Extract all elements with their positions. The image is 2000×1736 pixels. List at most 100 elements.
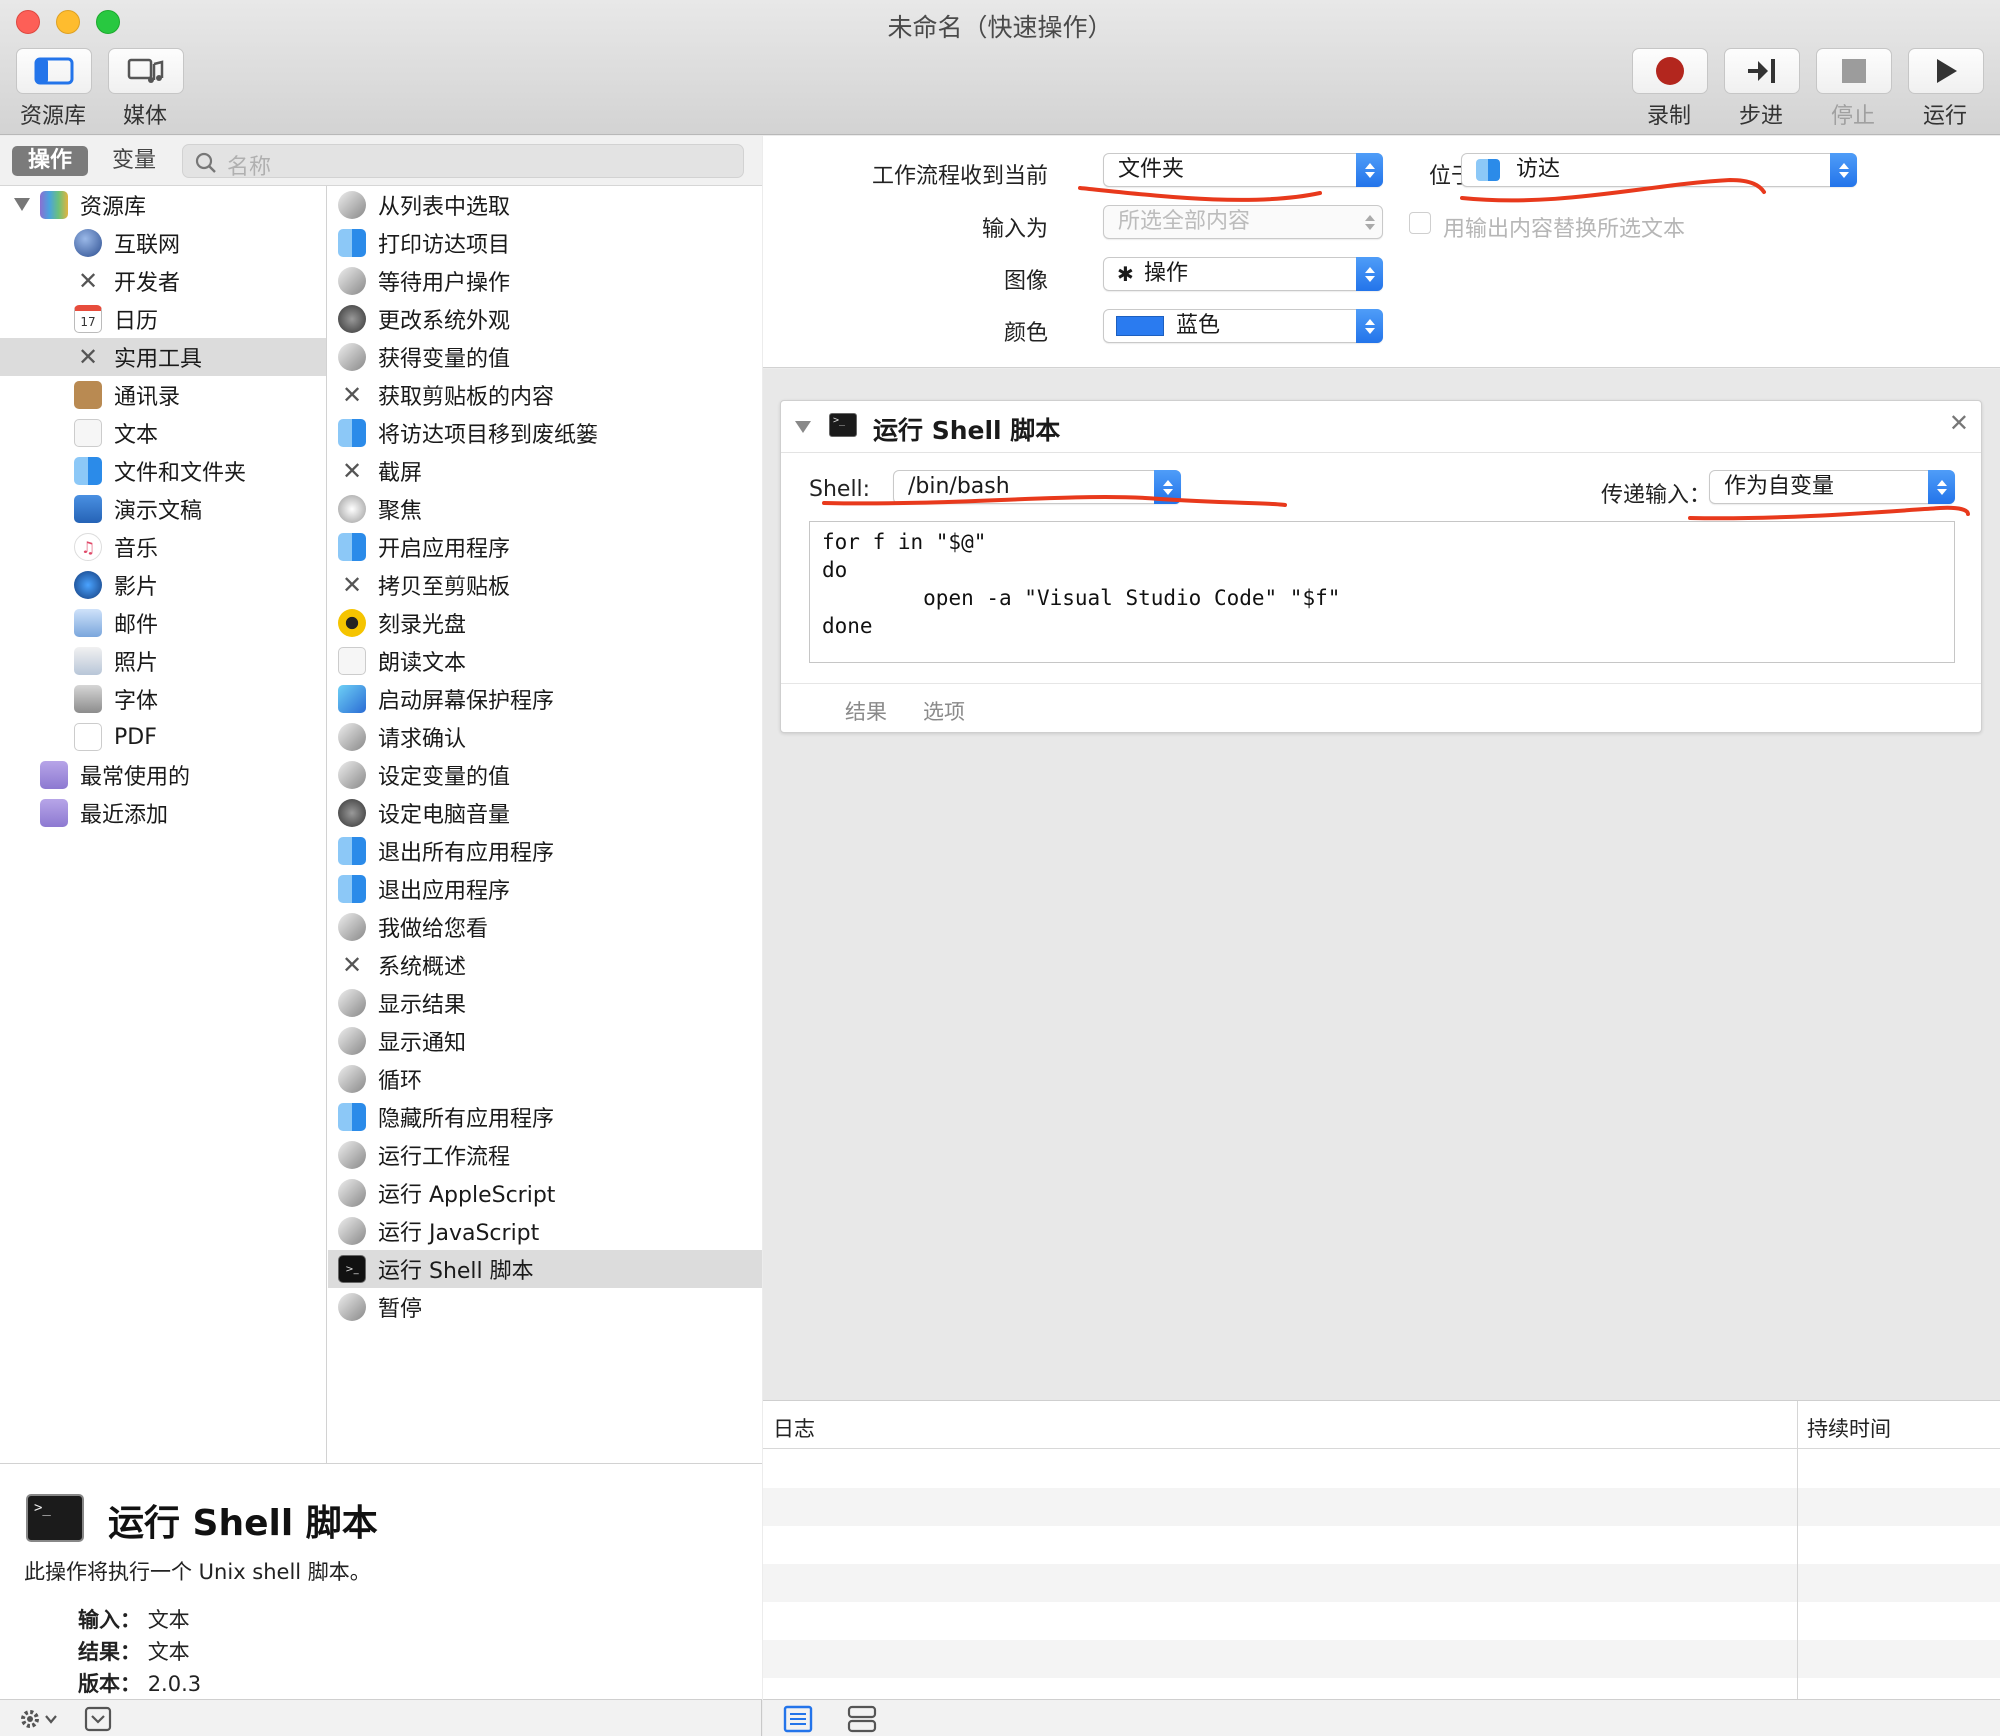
duration-column-header[interactable]: 持续时间: [1807, 1413, 1891, 1443]
category-item-12[interactable]: 字体: [0, 680, 326, 718]
action-item-29[interactable]: 暂停: [328, 1288, 762, 1326]
action-item-26[interactable]: 运行 AppleScript: [328, 1174, 762, 1212]
action-item-28[interactable]: >_ 运行 Shell 脚本: [328, 1250, 762, 1288]
chevron-updown-icon: [1154, 470, 1181, 504]
action-item-23[interactable]: 循环: [328, 1060, 762, 1098]
search-input[interactable]: 名称: [182, 144, 744, 180]
smart-group-item-0[interactable]: 最常使用的: [0, 756, 326, 794]
action-item-7[interactable]: ✕ 截屏: [328, 452, 762, 490]
replace-text-checkbox[interactable]: [1409, 212, 1431, 234]
action-item-27[interactable]: 运行 JavaScript: [328, 1212, 762, 1250]
shell-popup[interactable]: /bin/bash: [893, 470, 1181, 504]
category-item-7[interactable]: 演示文稿: [0, 490, 326, 528]
image-label: 图像: [1003, 269, 1048, 294]
action-item-16[interactable]: 设定电脑音量: [328, 794, 762, 832]
action-item-24[interactable]: 隐藏所有应用程序: [328, 1098, 762, 1136]
action-item-2[interactable]: 等待用户操作: [328, 262, 762, 300]
tab-options[interactable]: 选项: [923, 696, 965, 726]
category-item-8[interactable]: ♫ 音乐: [0, 528, 326, 566]
library-search-strip: 操作 变量 名称: [0, 136, 762, 186]
finder-icon: [338, 533, 366, 561]
record-label: 录制: [1646, 104, 1691, 129]
tab-results[interactable]: 结果: [845, 696, 887, 726]
category-item-5[interactable]: 文本: [0, 414, 326, 452]
category-item-11[interactable]: 照片: [0, 642, 326, 680]
action-item-14[interactable]: 请求确认: [328, 718, 762, 756]
pass-input-popup[interactable]: 作为自变量: [1709, 470, 1955, 504]
color-popup[interactable]: 蓝色: [1103, 309, 1383, 343]
gear-icon[interactable]: [18, 1707, 62, 1731]
category-item-3[interactable]: ✕ 实用工具: [0, 338, 326, 376]
stop-button[interactable]: [1816, 48, 1892, 94]
action-item-label: 运行 Shell 脚本: [378, 1259, 534, 1284]
action-item-12[interactable]: 朗读文本: [328, 642, 762, 680]
library-toggle-button[interactable]: [16, 48, 92, 94]
description-toggle-icon[interactable]: [84, 1706, 112, 1732]
category-item-6[interactable]: 文件和文件夹: [0, 452, 326, 490]
category-item-9[interactable]: 影片: [0, 566, 326, 604]
action-item-10[interactable]: ✕ 拷贝至剪贴板: [328, 566, 762, 604]
finder-icon: [338, 875, 366, 903]
collapse-triangle-icon[interactable]: [795, 421, 811, 433]
log-column-header[interactable]: 日志: [773, 1413, 815, 1443]
run-button[interactable]: [1908, 48, 1984, 94]
right-bottom-bar: [763, 1699, 2000, 1736]
action-item-label: 聚焦: [378, 499, 423, 524]
receives-popup[interactable]: 文件夹: [1103, 153, 1383, 187]
image-popup[interactable]: ✱ 操作: [1103, 257, 1383, 291]
action-item-label: 截屏: [378, 461, 423, 486]
application-popup[interactable]: 访达: [1461, 153, 1857, 187]
tab-variables[interactable]: 变量: [96, 146, 172, 176]
keynote-icon: [74, 495, 102, 523]
list-view-icon[interactable]: [783, 1705, 813, 1733]
record-button[interactable]: [1632, 48, 1708, 94]
action-item-25[interactable]: 运行工作流程: [328, 1136, 762, 1174]
action-item-21[interactable]: 显示结果: [328, 984, 762, 1022]
contacts-icon: [74, 381, 102, 409]
tab-actions[interactable]: 操作: [12, 146, 88, 176]
smart-group-item-1[interactable]: 最近添加: [0, 794, 326, 832]
action-item-8[interactable]: 聚焦: [328, 490, 762, 528]
action-item-label: 将访达项目移到废纸篓: [378, 423, 599, 448]
category-item-1[interactable]: ✕ 开发者: [0, 262, 326, 300]
action-item-17[interactable]: 退出所有应用程序: [328, 832, 762, 870]
category-item-2[interactable]: 17 日历: [0, 300, 326, 338]
category-item-0[interactable]: 互联网: [0, 224, 326, 262]
category-item-label: 照片: [114, 651, 159, 676]
action-item-6[interactable]: 将访达项目移到废纸篓: [328, 414, 762, 452]
tools-icon: ✕: [77, 343, 99, 371]
close-icon[interactable]: ✕: [1949, 409, 1969, 437]
action-item-19[interactable]: 我做给您看: [328, 908, 762, 946]
shell-label: Shell:: [809, 477, 871, 502]
action-item-18[interactable]: 退出应用程序: [328, 870, 762, 908]
step-label: 步进: [1738, 104, 1783, 129]
toolbar: 未命名（快速操作） 资源库 媒体 录制 步进 停止 运行: [0, 0, 2000, 135]
action-item-0[interactable]: 从列表中选取: [328, 186, 762, 224]
shell-script-action-card[interactable]: >_ 运行 Shell 脚本 ✕ Shell: /bin/bash 传递输入： …: [780, 400, 1982, 733]
action-item-20[interactable]: ✕ 系统概述: [328, 946, 762, 984]
action-item-label: 启动屏幕保护程序: [378, 689, 555, 714]
action-item-9[interactable]: 开启应用程序: [328, 528, 762, 566]
media-button[interactable]: [108, 48, 184, 94]
action-item-5[interactable]: ✕ 获取剪贴板的内容: [328, 376, 762, 414]
action-item-3[interactable]: 更改系统外观: [328, 300, 762, 338]
split-view-icon[interactable]: [847, 1705, 877, 1733]
description-result: 结果： 文本: [78, 1640, 190, 1664]
script-editor[interactable]: for f in "$@" do open -a "Visual Studio …: [809, 521, 1955, 663]
action-item-1[interactable]: 打印访达项目: [328, 224, 762, 262]
action-item-15[interactable]: 设定变量的值: [328, 756, 762, 794]
action-item-4[interactable]: 获得变量的值: [328, 338, 762, 376]
category-item-label: 日历: [114, 309, 159, 334]
category-item-4[interactable]: 通讯录: [0, 376, 326, 414]
action-item-22[interactable]: 显示通知: [328, 1022, 762, 1060]
category-item-10[interactable]: 邮件: [0, 604, 326, 642]
library-root-row[interactable]: 资源库: [0, 186, 326, 224]
category-item-13[interactable]: PDF: [0, 718, 326, 756]
log-row: [763, 1564, 2000, 1602]
input-is-popup[interactable]: 所选全部内容: [1103, 205, 1383, 239]
action-card-title: 运行 Shell 脚本: [873, 416, 1061, 445]
action-list: 从列表中选取 打印访达项目 等待用户操作 更改系统外观 获得变量的值 ✕ 获取剪贴板的内容将…: [328, 186, 762, 1463]
action-item-13[interactable]: 启动屏幕保护程序: [328, 680, 762, 718]
step-button[interactable]: [1724, 48, 1800, 94]
action-item-11[interactable]: 刻录光盘: [328, 604, 762, 642]
